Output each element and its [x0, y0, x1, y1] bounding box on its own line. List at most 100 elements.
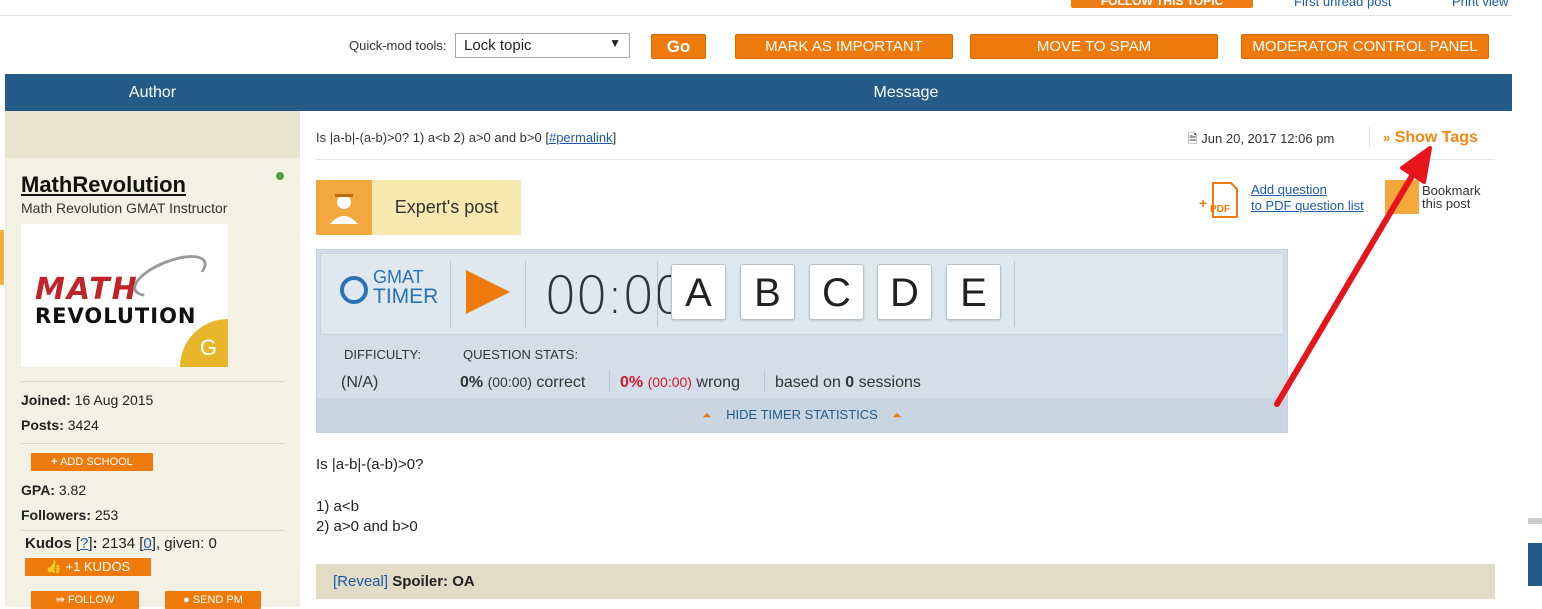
- avatar-swoosh-icon: [127, 246, 213, 306]
- expert-post-label: Expert's post: [372, 180, 521, 235]
- side-widget-tab[interactable]: [1528, 543, 1542, 586]
- expert-icon: [316, 180, 372, 235]
- posts-stat: Posts: 3424: [21, 417, 99, 433]
- show-tags-button[interactable]: » Show Tags: [1383, 129, 1478, 147]
- quickmod-select-value: Lock topic: [464, 37, 532, 54]
- logo-text-1: GMAT: [373, 267, 424, 287]
- avatar-logo-text-2: REVOLUTION: [35, 304, 197, 328]
- bookmark-icon[interactable]: [1385, 180, 1419, 214]
- post-subject: Is |a-b|-(a-b)>0? 1) a<b 2) a>0 and b>0 …: [316, 130, 617, 145]
- kudos-given: , given: 0: [155, 535, 217, 552]
- avatar[interactable]: MATH REVOLUTION G: [21, 224, 228, 367]
- author-title: Math Revolution GMAT Instructor: [21, 200, 228, 216]
- hide-timer-stats-label: HIDE TIMER STATISTICS: [726, 407, 878, 422]
- document-icon: 🗎: [1188, 132, 1198, 146]
- post-date: 🗎 Jun 20, 2017 12:06 pm: [1188, 130, 1334, 151]
- answer-choice-b[interactable]: B: [740, 264, 795, 320]
- answer-choice-c[interactable]: C: [809, 264, 864, 320]
- left-accent-tab: [0, 230, 4, 285]
- author-username-link[interactable]: MathRevolution: [21, 172, 186, 198]
- play-button-icon[interactable]: [466, 270, 510, 314]
- quickmod-label: Quick-mod tools:: [349, 38, 447, 53]
- gpa-value: 3.82: [58, 482, 87, 498]
- follow-icon: ⇛: [55, 594, 65, 606]
- divider: [525, 261, 526, 327]
- author-column-header: Author: [128, 84, 177, 101]
- hide-timer-stats-button[interactable]: ⏶ HIDE TIMER STATISTICS ⏶: [317, 398, 1287, 432]
- bookmark-line2: this post: [1422, 196, 1471, 211]
- reveal-spoiler-link[interactable]: [Reveal]: [333, 573, 388, 590]
- author-panel-header: [5, 111, 300, 158]
- send-pm-label: SEND PM: [192, 594, 243, 606]
- divider: [764, 370, 765, 392]
- correct-word: correct: [536, 374, 586, 391]
- avatar-logo-text: MATH: [35, 272, 139, 307]
- question-text: Is |a-b|-(a-b)>0?: [316, 456, 424, 473]
- correct-pct: 0%: [460, 374, 484, 391]
- divider: [450, 261, 451, 327]
- answer-choice-e[interactable]: E: [946, 264, 1001, 320]
- online-status-icon: [276, 172, 284, 180]
- joined-stat: Joined: 16 Aug 2015: [21, 392, 153, 408]
- kudos-received-link[interactable]: 0: [143, 535, 151, 552]
- posts-value: 3424: [67, 417, 99, 433]
- first-unread-link[interactable]: First unread post: [1294, 0, 1392, 9]
- double-chevron-down-icon: »: [1383, 130, 1391, 145]
- add-school-label: ADD SCHOOL: [60, 456, 133, 468]
- joined-value: 16 Aug 2015: [74, 392, 154, 408]
- timer-clock: 00:00: [544, 266, 686, 326]
- print-view-link[interactable]: Print view: [1452, 0, 1508, 9]
- stopwatch-icon: [340, 276, 368, 304]
- add-to-pdf-icon[interactable]: + PDF: [1197, 182, 1239, 218]
- followers-value: 253: [94, 507, 119, 523]
- follow-button-label: FOLLOW: [67, 594, 115, 606]
- wrong-time: (00:00): [647, 374, 692, 390]
- divider: [21, 530, 285, 531]
- pdf-icon-text: PDF: [1210, 204, 1230, 215]
- wrong-word: wrong: [696, 374, 740, 391]
- difficulty-label: DIFFICULTY:: [344, 347, 422, 362]
- followers-label: Followers:: [21, 507, 92, 523]
- logo-text-2: TIMER: [373, 285, 439, 308]
- wrong-stat: 0% (00:00) wrong: [620, 374, 740, 392]
- follow-button[interactable]: ⇛ FOLLOW: [31, 591, 139, 609]
- add-to-pdf-link[interactable]: Add question to PDF question list: [1251, 182, 1364, 214]
- scroll-indicator: [1528, 518, 1542, 524]
- statement-2: 2) a>0 and b>0: [316, 518, 418, 535]
- pdf-link-line2: to PDF question list: [1251, 198, 1364, 213]
- divider: [1369, 127, 1370, 147]
- dropdown-arrow-icon: ▼: [609, 36, 621, 50]
- moderator-panel-button[interactable]: MODERATOR CONTROL PANEL: [1241, 34, 1489, 59]
- timer-controls: [320, 253, 1284, 335]
- send-pm-button[interactable]: ● SEND PM: [165, 591, 261, 609]
- correct-stat: 0% (00:00) correct: [460, 374, 585, 392]
- bookmark-label[interactable]: Bookmark this post: [1422, 184, 1481, 210]
- sessions-word: sessions: [858, 374, 921, 391]
- difficulty-value: (N/A): [341, 374, 379, 391]
- top-strip: [0, 0, 1512, 16]
- kudos-stat: Kudos [?]: 2134 [0], given: 0: [25, 535, 217, 552]
- kudos-value: 2134: [101, 535, 136, 552]
- give-kudos-button[interactable]: 👍 +1 KUDOS: [25, 558, 151, 576]
- topic-header-bar: Author Message: [5, 74, 1512, 111]
- divider: [21, 443, 285, 444]
- mark-important-button[interactable]: MARK AS IMPORTANT: [735, 34, 953, 59]
- kudos-help-link[interactable]: ?: [80, 535, 88, 552]
- permalink-link[interactable]: #permalink: [549, 130, 613, 145]
- svg-text:+: +: [1199, 195, 1207, 211]
- divider: [609, 370, 610, 392]
- go-button[interactable]: Go: [651, 34, 706, 59]
- post-date-text: Jun 20, 2017 12:06 pm: [1201, 131, 1335, 146]
- answer-choice-d[interactable]: D: [877, 264, 932, 320]
- add-school-button[interactable]: + ADD SCHOOL: [31, 453, 153, 471]
- posts-label: Posts:: [21, 417, 64, 433]
- follow-topic-button[interactable]: FOLLOW THIS TOPIC: [1071, 0, 1253, 8]
- message-column-header: Message: [873, 84, 939, 101]
- pdf-link-line1: Add question: [1251, 182, 1327, 197]
- move-to-spam-button[interactable]: MOVE TO SPAM: [970, 34, 1218, 59]
- answer-choice-a[interactable]: A: [671, 264, 726, 320]
- quickmod-select[interactable]: Lock topic ▼: [455, 33, 630, 58]
- spoiler-box: [Reveal] Spoiler: OA: [316, 564, 1495, 599]
- post-subject-text: Is |a-b|-(a-b)>0? 1) a<b 2) a>0 and b>0: [316, 130, 542, 145]
- statement-1: 1) a<b: [316, 498, 359, 515]
